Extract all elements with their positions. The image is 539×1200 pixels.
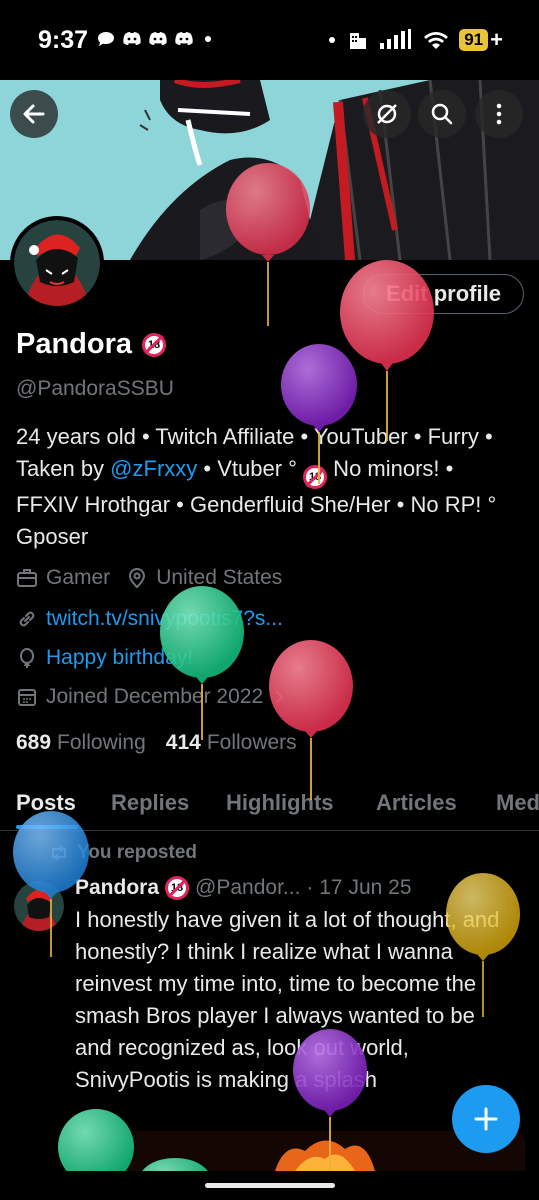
edit-profile-button[interactable]: Edit profile	[363, 274, 524, 314]
arrow-left-icon	[23, 104, 45, 124]
profile-category: Gamer	[46, 566, 111, 589]
compose-button[interactable]	[452, 1085, 520, 1153]
tab-highlights[interactable]: Highlights	[226, 790, 334, 816]
more-button[interactable]	[475, 90, 523, 138]
following-label: Following	[57, 731, 146, 754]
discord-icon-3	[175, 32, 193, 45]
post-header: Pandora 18 @Pandor... · 17 Jun 25	[75, 876, 412, 900]
briefcase-icon	[17, 569, 37, 587]
wifi-icon	[424, 32, 449, 49]
calendar-icon	[18, 689, 36, 706]
website-link[interactable]: twitch.tv/snivypootis7?s...	[46, 607, 283, 631]
more-notifications-dot-icon	[205, 36, 211, 42]
chevron-right-icon	[275, 690, 284, 704]
post-date: · 17 Jun 25	[306, 876, 412, 899]
status-time: 9:37	[38, 26, 89, 54]
status-bar: 9:37 91 +	[0, 0, 539, 80]
signal-icon	[380, 29, 412, 49]
profile-location: United States	[156, 566, 283, 589]
link-icon	[19, 611, 35, 627]
profile-name-row: Pandora 18	[16, 328, 167, 361]
active-tab-indicator	[16, 825, 78, 829]
follow-stats: 689 Following 414 Followers	[16, 731, 297, 755]
bio-text-2: • Vtuber °	[197, 456, 304, 481]
post-author-avatar[interactable]	[14, 881, 64, 931]
home-indicator[interactable]	[205, 1183, 335, 1188]
discord-icon-2	[149, 32, 167, 45]
no-under-18-icon-bio: 18	[303, 465, 328, 489]
repost-label: You reposted	[77, 842, 197, 863]
search-button[interactable]	[418, 90, 466, 138]
joined-row[interactable]: Joined December 2022	[16, 685, 287, 709]
post-author-name[interactable]: Pandora	[75, 876, 159, 900]
dot-icon	[329, 37, 336, 43]
tab-posts[interactable]: Posts	[16, 790, 76, 816]
profile-tabs: Posts Replies Highlights Articles Med	[0, 785, 539, 831]
circle-slash-icon	[377, 104, 397, 124]
mute-button[interactable]	[363, 90, 411, 138]
location-pin-icon	[129, 568, 146, 589]
battery-level: 91	[459, 29, 489, 51]
balloon-red-3	[269, 640, 353, 800]
battery-charging: +	[490, 27, 503, 52]
following-count: 689	[16, 731, 52, 754]
balloon-icon	[20, 648, 34, 668]
post-text[interactable]: I honestly have given it a lot of though…	[75, 904, 515, 1096]
profile-name: Pandora	[16, 328, 133, 360]
post-author-handle[interactable]: @Pandor...	[195, 876, 300, 900]
post-avatar-image	[14, 881, 64, 931]
back-button[interactable]	[10, 90, 58, 138]
followers-link[interactable]: 414 Followers	[166, 731, 297, 755]
profile-avatar[interactable]	[10, 216, 104, 310]
no-under-18-icon-post: 18	[165, 876, 190, 900]
discord-icon	[123, 32, 141, 45]
website-row: twitch.tv/snivypootis7?s...	[16, 607, 283, 631]
category-location-row: Gamer United States	[16, 566, 282, 590]
joined-date: Joined December 2022	[46, 685, 264, 708]
chat-bubble-icon	[98, 32, 114, 46]
avatar-image	[14, 220, 100, 306]
followers-label: Followers	[206, 731, 297, 754]
gesture-nav-bar	[0, 1171, 539, 1200]
building-icon	[350, 33, 367, 49]
vertical-dots-icon	[496, 103, 502, 125]
plus-icon	[474, 1107, 498, 1131]
bio-mention-link[interactable]: @zFrxxy	[110, 456, 197, 481]
profile-handle: @PandoraSSBU	[16, 377, 174, 400]
followers-count: 414	[165, 731, 201, 754]
profile-bio: 24 years old • Twitch Affiliate • YouTub…	[16, 421, 516, 553]
repost-indicator: You reposted	[49, 842, 197, 864]
no-under-18-icon: 18	[142, 332, 167, 357]
birthday-row: Happy birthday!	[16, 646, 193, 670]
tab-articles[interactable]: Articles	[376, 790, 457, 816]
following-link[interactable]: 689 Following	[16, 731, 146, 755]
status-right: 91 +	[327, 27, 503, 53]
tab-replies[interactable]: Replies	[111, 790, 189, 816]
search-icon	[431, 103, 453, 125]
repost-icon	[52, 845, 66, 861]
tab-media[interactable]: Med	[496, 790, 539, 816]
birthday-link[interactable]: Happy birthday!	[46, 646, 193, 670]
notification-icons	[96, 30, 220, 48]
